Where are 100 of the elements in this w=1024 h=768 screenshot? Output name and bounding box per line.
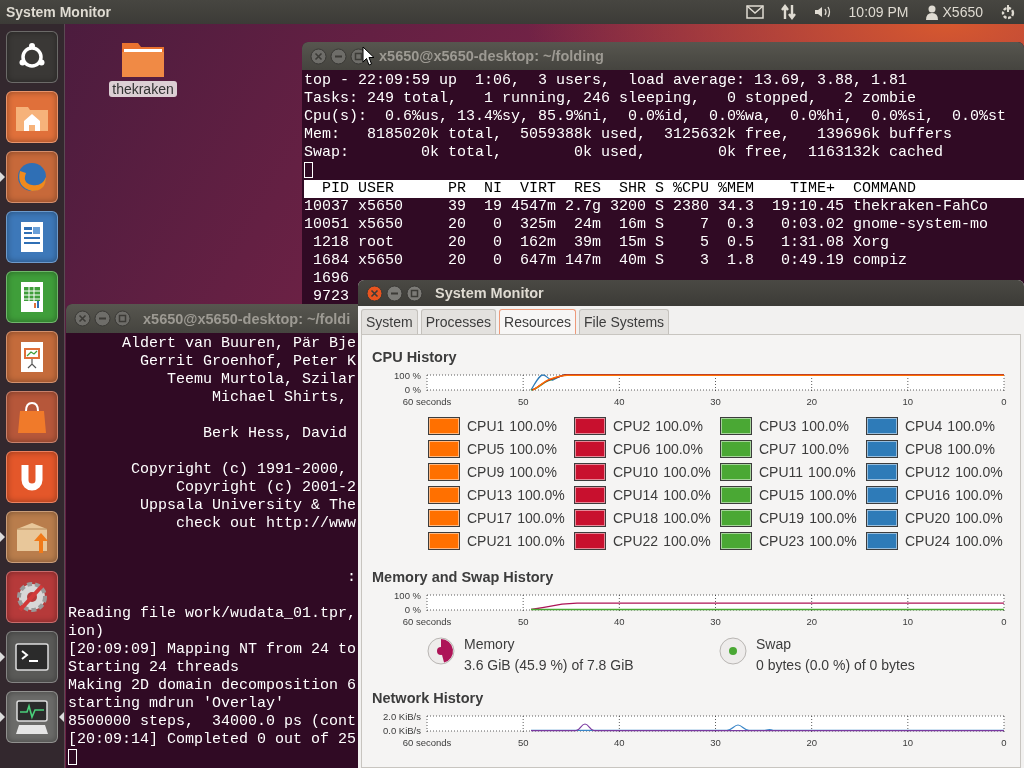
launcher-button[interactable] xyxy=(6,631,58,683)
cpu-usage-value: 100.0% xyxy=(955,509,1003,526)
legend-swatch[interactable] xyxy=(866,439,898,458)
cpu-name: CPU23 xyxy=(759,532,805,549)
user-name[interactable]: X5650 xyxy=(942,4,983,20)
legend-swatch[interactable] xyxy=(574,485,606,504)
cpu-name: CPU22 xyxy=(613,532,659,549)
minimize-button[interactable] xyxy=(386,284,403,302)
cpu-usage-value: 100.0% xyxy=(955,463,1003,480)
cpu-name: CPU15 xyxy=(759,486,805,503)
legend-swatch[interactable] xyxy=(720,485,752,504)
cpu-name: CPU13 xyxy=(467,486,513,503)
legend-swatch[interactable] xyxy=(428,508,460,527)
cpu-usage-value: 100.0% xyxy=(663,463,711,480)
terminal-line: [20:09:09] Mapping NT from 24 to xyxy=(68,641,357,658)
terminal-line: Uppsala University & The xyxy=(139,497,357,514)
legend-swatch[interactable] xyxy=(428,531,460,550)
axis-label: 50 xyxy=(517,737,529,748)
axis-label: 0 xyxy=(1001,396,1007,407)
terminal-line: 1696 xyxy=(312,270,349,287)
terminal-line: Swap: 0k total, 0k used, 0k free, 1163132k cached xyxy=(304,144,944,161)
legend-swatch[interactable] xyxy=(574,531,606,550)
legend-swatch[interactable] xyxy=(428,462,460,481)
axis-label: 0 xyxy=(1001,616,1007,627)
user-icon[interactable] xyxy=(925,4,938,20)
cpu-usage-value: 100.0% xyxy=(517,532,565,549)
axis-label: 10 xyxy=(902,737,914,748)
legend-swatch[interactable] xyxy=(428,439,460,458)
folder-icon[interactable] xyxy=(120,40,166,78)
axis-label: 0 xyxy=(1001,737,1007,748)
legend-swatch[interactable] xyxy=(574,439,606,458)
legend-swatch[interactable] xyxy=(720,531,752,550)
axis-label: 0.0 KiB/s xyxy=(382,725,421,736)
legend-swatch[interactable] xyxy=(720,439,752,458)
cpu-usage-value: 100.0% xyxy=(517,486,565,503)
cpu-name: CPU8 xyxy=(905,440,943,457)
legend-swatch[interactable] xyxy=(574,416,606,435)
terminal-line: 9723 xyxy=(312,288,349,305)
legend-swatch[interactable] xyxy=(574,508,606,527)
cpu-usage-value: 100.0% xyxy=(517,509,565,526)
launcher-button[interactable] xyxy=(6,691,58,743)
window-title: System Monitor xyxy=(435,285,544,301)
clock[interactable]: 10:09 PM xyxy=(848,4,909,20)
legend-swatch[interactable] xyxy=(866,416,898,435)
terminal-line: Copyright (c) 1991-2000, xyxy=(130,461,348,478)
cpu-name: CPU11 xyxy=(759,463,804,480)
window-title: x5650@x5650-desktop: ~/foldi xyxy=(143,310,351,327)
terminal-line: 1218 root 20 0 162m 39m 15m S 5 0.5 1:31.08 Xorg xyxy=(312,234,890,251)
legend-swatch[interactable] xyxy=(866,531,898,550)
tab[interactable]: Processes xyxy=(420,309,497,334)
terminal-line: top - 22:09:59 up 1:06, 3 users, load average: 13.69, 3.88, 1.81 xyxy=(304,72,908,89)
volume-icon[interactable] xyxy=(813,4,832,20)
tab[interactable]: Resources xyxy=(499,309,576,334)
cpu-name: CPU16 xyxy=(905,486,951,503)
launcher-button[interactable] xyxy=(6,211,58,263)
cpu-usage-value: 100.0% xyxy=(509,417,557,434)
terminal-line: Tasks: 249 total, 1 running, 246 sleeping, 0 stopped, 2 zombie xyxy=(304,90,917,107)
legend-swatch[interactable] xyxy=(720,462,752,481)
pie-track xyxy=(719,637,747,665)
cpu-name: CPU3 xyxy=(759,417,797,434)
terminal-line: ion) xyxy=(68,623,104,640)
legend-swatch[interactable] xyxy=(866,508,898,527)
legend-swatch[interactable] xyxy=(720,416,752,435)
terminal-line: 10051 x5650 20 0 325m 24m 16m S 7 0.3 0:03.02 gnome-system-mo xyxy=(304,216,989,233)
cpu-name: CPU12 xyxy=(905,463,951,480)
cpu-usage-value: 100.0% xyxy=(955,532,1003,549)
launcher-button[interactable] xyxy=(6,31,58,83)
cpu-usage-value: 100.0% xyxy=(809,532,857,549)
legend-swatch[interactable] xyxy=(574,462,606,481)
cpu-name: CPU6 xyxy=(613,440,651,457)
cpu-usage-value: 100.0% xyxy=(955,486,1003,503)
legend-swatch[interactable] xyxy=(428,485,460,504)
terminal-line: starting mdrun 'Overlay' xyxy=(68,695,285,712)
legend-swatch[interactable] xyxy=(866,485,898,504)
text-cursor xyxy=(68,749,77,766)
tab[interactable]: File Systems xyxy=(578,309,670,334)
close-button[interactable] xyxy=(366,284,383,302)
network-icon[interactable] xyxy=(780,4,797,20)
cpu-name: CPU14 xyxy=(613,486,659,503)
axis-label: 40 xyxy=(614,396,625,407)
cpu-usage-value: 100.0% xyxy=(655,417,703,434)
tab[interactable]: System xyxy=(361,309,418,334)
axis-label: 40 xyxy=(614,616,625,627)
folder-label[interactable]: thekraken xyxy=(109,81,177,97)
mail-icon[interactable] xyxy=(745,5,764,19)
legend-swatch[interactable] xyxy=(866,462,898,481)
axis-label: 10 xyxy=(902,396,914,407)
terminal-line: Michael Shirts, xyxy=(211,389,348,406)
legend-swatch[interactable] xyxy=(428,416,460,435)
axis-label: 30 xyxy=(710,737,721,748)
legend-swatch[interactable] xyxy=(720,508,752,527)
mouse-pointer-icon xyxy=(362,46,375,66)
cpu-usage-value: 100.0% xyxy=(663,509,711,526)
cpu-name: CPU4 xyxy=(905,417,943,434)
cpu-name: CPU10 xyxy=(613,463,659,480)
axis-label: 2.0 KiB/s xyxy=(382,711,421,722)
cpu-name: CPU1 xyxy=(467,417,505,434)
axis-label: 60 seconds xyxy=(402,737,452,748)
power-icon[interactable] xyxy=(1000,4,1016,20)
section-heading: Network History xyxy=(372,689,485,707)
